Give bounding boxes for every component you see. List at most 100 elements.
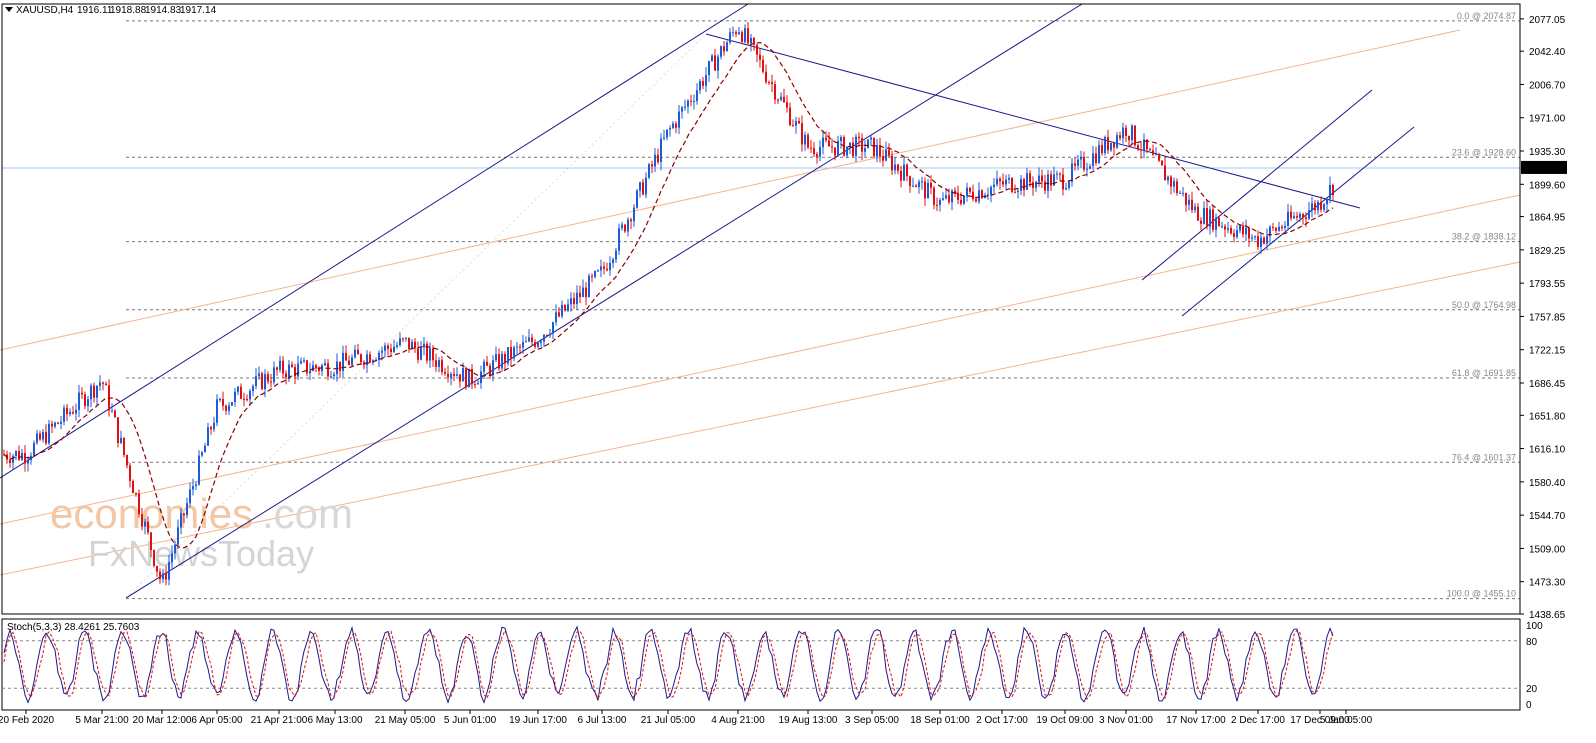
watermark-economies: economies (50, 490, 253, 537)
candle-body (666, 129, 668, 138)
candle-body (417, 348, 419, 360)
candle-body (1158, 154, 1160, 161)
candle-body (1266, 236, 1268, 244)
candle-body (1206, 208, 1208, 227)
candle-body (1155, 154, 1157, 156)
watermark-fxnewstoday: FxNewsToday (88, 533, 314, 574)
candle-body (1065, 187, 1067, 190)
candle-body (927, 182, 929, 199)
candle-body (1125, 127, 1127, 136)
candle-body (471, 368, 473, 385)
candle-body (258, 373, 260, 377)
candle-body (180, 513, 182, 528)
candle-body (1029, 173, 1031, 183)
x-tick-label: 19 Oct 09:00 (1036, 715, 1094, 726)
candle-body (150, 532, 152, 551)
candle-body (228, 405, 230, 411)
candle-body (78, 392, 80, 410)
candle-body (936, 204, 938, 206)
candle-body (543, 334, 545, 342)
y-tick-label: 1544.70 (1529, 511, 1566, 522)
candle-body (1179, 192, 1181, 194)
candle-body (660, 138, 662, 163)
candle-body (219, 399, 221, 401)
candle-body (1188, 199, 1190, 205)
candle-body (1119, 135, 1121, 139)
candle-body (876, 145, 878, 157)
candle-body (240, 386, 242, 399)
candle-body (1230, 228, 1232, 234)
candle-body (1272, 226, 1274, 228)
candle-body (243, 398, 245, 400)
candle-body (345, 352, 347, 361)
candle-body (600, 266, 602, 271)
candle-body (651, 164, 653, 167)
candle-body (825, 137, 827, 141)
price-chart[interactable]: 0.0 @ 2074.87 23.6 @ 1928.60 38.2 @ 1838.1… (0, 0, 1596, 743)
candle-body (177, 527, 179, 545)
candle-body (618, 228, 620, 251)
candle-body (111, 410, 113, 412)
candle-body (807, 134, 809, 148)
candle-body (993, 184, 995, 187)
candle-body (624, 224, 626, 232)
fib-level-label: 23.6 @ 1928.60 (1452, 147, 1516, 157)
candle-body (960, 199, 962, 204)
x-tick-label: 6 Jul 13:00 (578, 715, 627, 726)
candle-body (201, 452, 203, 456)
candle-body (282, 360, 284, 374)
candle-body (663, 137, 665, 139)
candle-body (96, 385, 98, 398)
candle-body (135, 493, 137, 495)
candle-body (279, 360, 281, 370)
candle-body (234, 391, 236, 403)
candle-body (621, 224, 623, 229)
candle-body (459, 374, 461, 382)
candle-body (1101, 145, 1103, 154)
candle-body (804, 134, 806, 145)
candle-body (348, 360, 350, 365)
candle-body (1314, 203, 1316, 211)
candle-body (942, 198, 944, 200)
candle-body (648, 164, 650, 178)
candle-body (1185, 192, 1187, 205)
candle-body (678, 111, 680, 128)
candle-body (1257, 236, 1259, 247)
candle-body (582, 287, 584, 298)
candle-body (315, 365, 317, 369)
candle-body (195, 484, 197, 487)
x-tick-label: 5 Jan 05:00 (1320, 715, 1373, 726)
candle-body (9, 459, 11, 463)
candle-body (708, 61, 710, 76)
x-tick-label: 3 Nov 01:00 (1099, 715, 1153, 726)
candle-body (561, 304, 563, 317)
candle-body (774, 84, 776, 100)
candle-body (933, 187, 935, 205)
candle-body (1320, 201, 1322, 210)
candle-body (102, 382, 104, 384)
candle-body (480, 371, 482, 384)
candle-body (447, 373, 449, 378)
candle-body (792, 125, 794, 127)
x-tick-label: 20 Mar 12:00 (133, 715, 192, 726)
candle-body (780, 96, 782, 100)
candle-body (333, 374, 335, 377)
candle-body (609, 263, 611, 271)
candle-body (1326, 198, 1328, 205)
stoch-level-label: 0 (1526, 700, 1532, 711)
candle-body (1050, 174, 1052, 186)
candle-body (1296, 216, 1298, 218)
candle-body (381, 350, 383, 353)
candle-body (738, 32, 740, 34)
candle-body (261, 373, 263, 390)
candle-body (216, 399, 218, 423)
candle-body (1140, 149, 1142, 151)
candle-body (207, 427, 209, 446)
candle-body (801, 123, 803, 145)
candle-body (1161, 160, 1163, 166)
candle-body (912, 185, 914, 187)
candle-body (645, 177, 647, 195)
candle-body (873, 137, 875, 157)
y-tick-label: 1580.40 (1529, 478, 1566, 489)
candle-body (981, 190, 983, 198)
